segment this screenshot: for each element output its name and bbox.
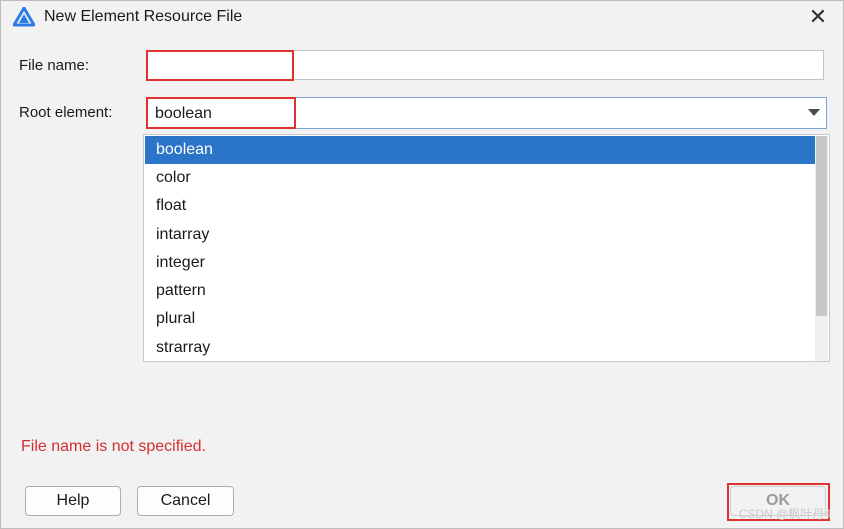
scrollbar-thumb[interactable] bbox=[816, 136, 827, 316]
file-name-input[interactable] bbox=[146, 50, 824, 80]
file-name-label: File name: bbox=[19, 57, 90, 74]
dropdown-option-float[interactable]: float bbox=[145, 192, 816, 220]
close-button[interactable]: ✕ bbox=[803, 3, 833, 31]
root-element-label: Root element: bbox=[19, 104, 113, 121]
dialog-title: New Element Resource File bbox=[44, 8, 243, 25]
title-bar: New Element Resource File ✕ bbox=[1, 1, 843, 33]
root-element-value: boolean bbox=[155, 105, 212, 122]
dropdown-option-plural[interactable]: plural bbox=[145, 305, 816, 333]
dropdown-option-integer[interactable]: integer bbox=[145, 249, 816, 277]
chevron-down-icon[interactable] bbox=[808, 109, 820, 116]
root-element-dropdown-list: boolean color float intarray integer pat… bbox=[143, 134, 830, 362]
help-button[interactable]: Help bbox=[25, 486, 121, 516]
dialog-window: New Element Resource File ✕ File name: R… bbox=[0, 0, 844, 529]
cancel-button[interactable]: Cancel bbox=[137, 486, 234, 516]
dropdown-scrollbar[interactable] bbox=[815, 136, 828, 361]
dropdown-option-color[interactable]: color bbox=[145, 164, 816, 192]
dropdown-option-strarray[interactable]: strarray bbox=[145, 334, 816, 361]
root-element-select[interactable]: boolean bbox=[146, 97, 827, 129]
error-message: File name is not specified. bbox=[21, 438, 206, 455]
dropdown-option-intarray[interactable]: intarray bbox=[145, 221, 816, 249]
close-icon: ✕ bbox=[808, 4, 828, 29]
dropdown-option-pattern[interactable]: pattern bbox=[145, 277, 816, 305]
dropdown-option-boolean[interactable]: boolean bbox=[145, 136, 816, 164]
app-logo-icon bbox=[13, 7, 35, 27]
watermark-text: CSDN @枫叶丹4 bbox=[738, 507, 831, 521]
